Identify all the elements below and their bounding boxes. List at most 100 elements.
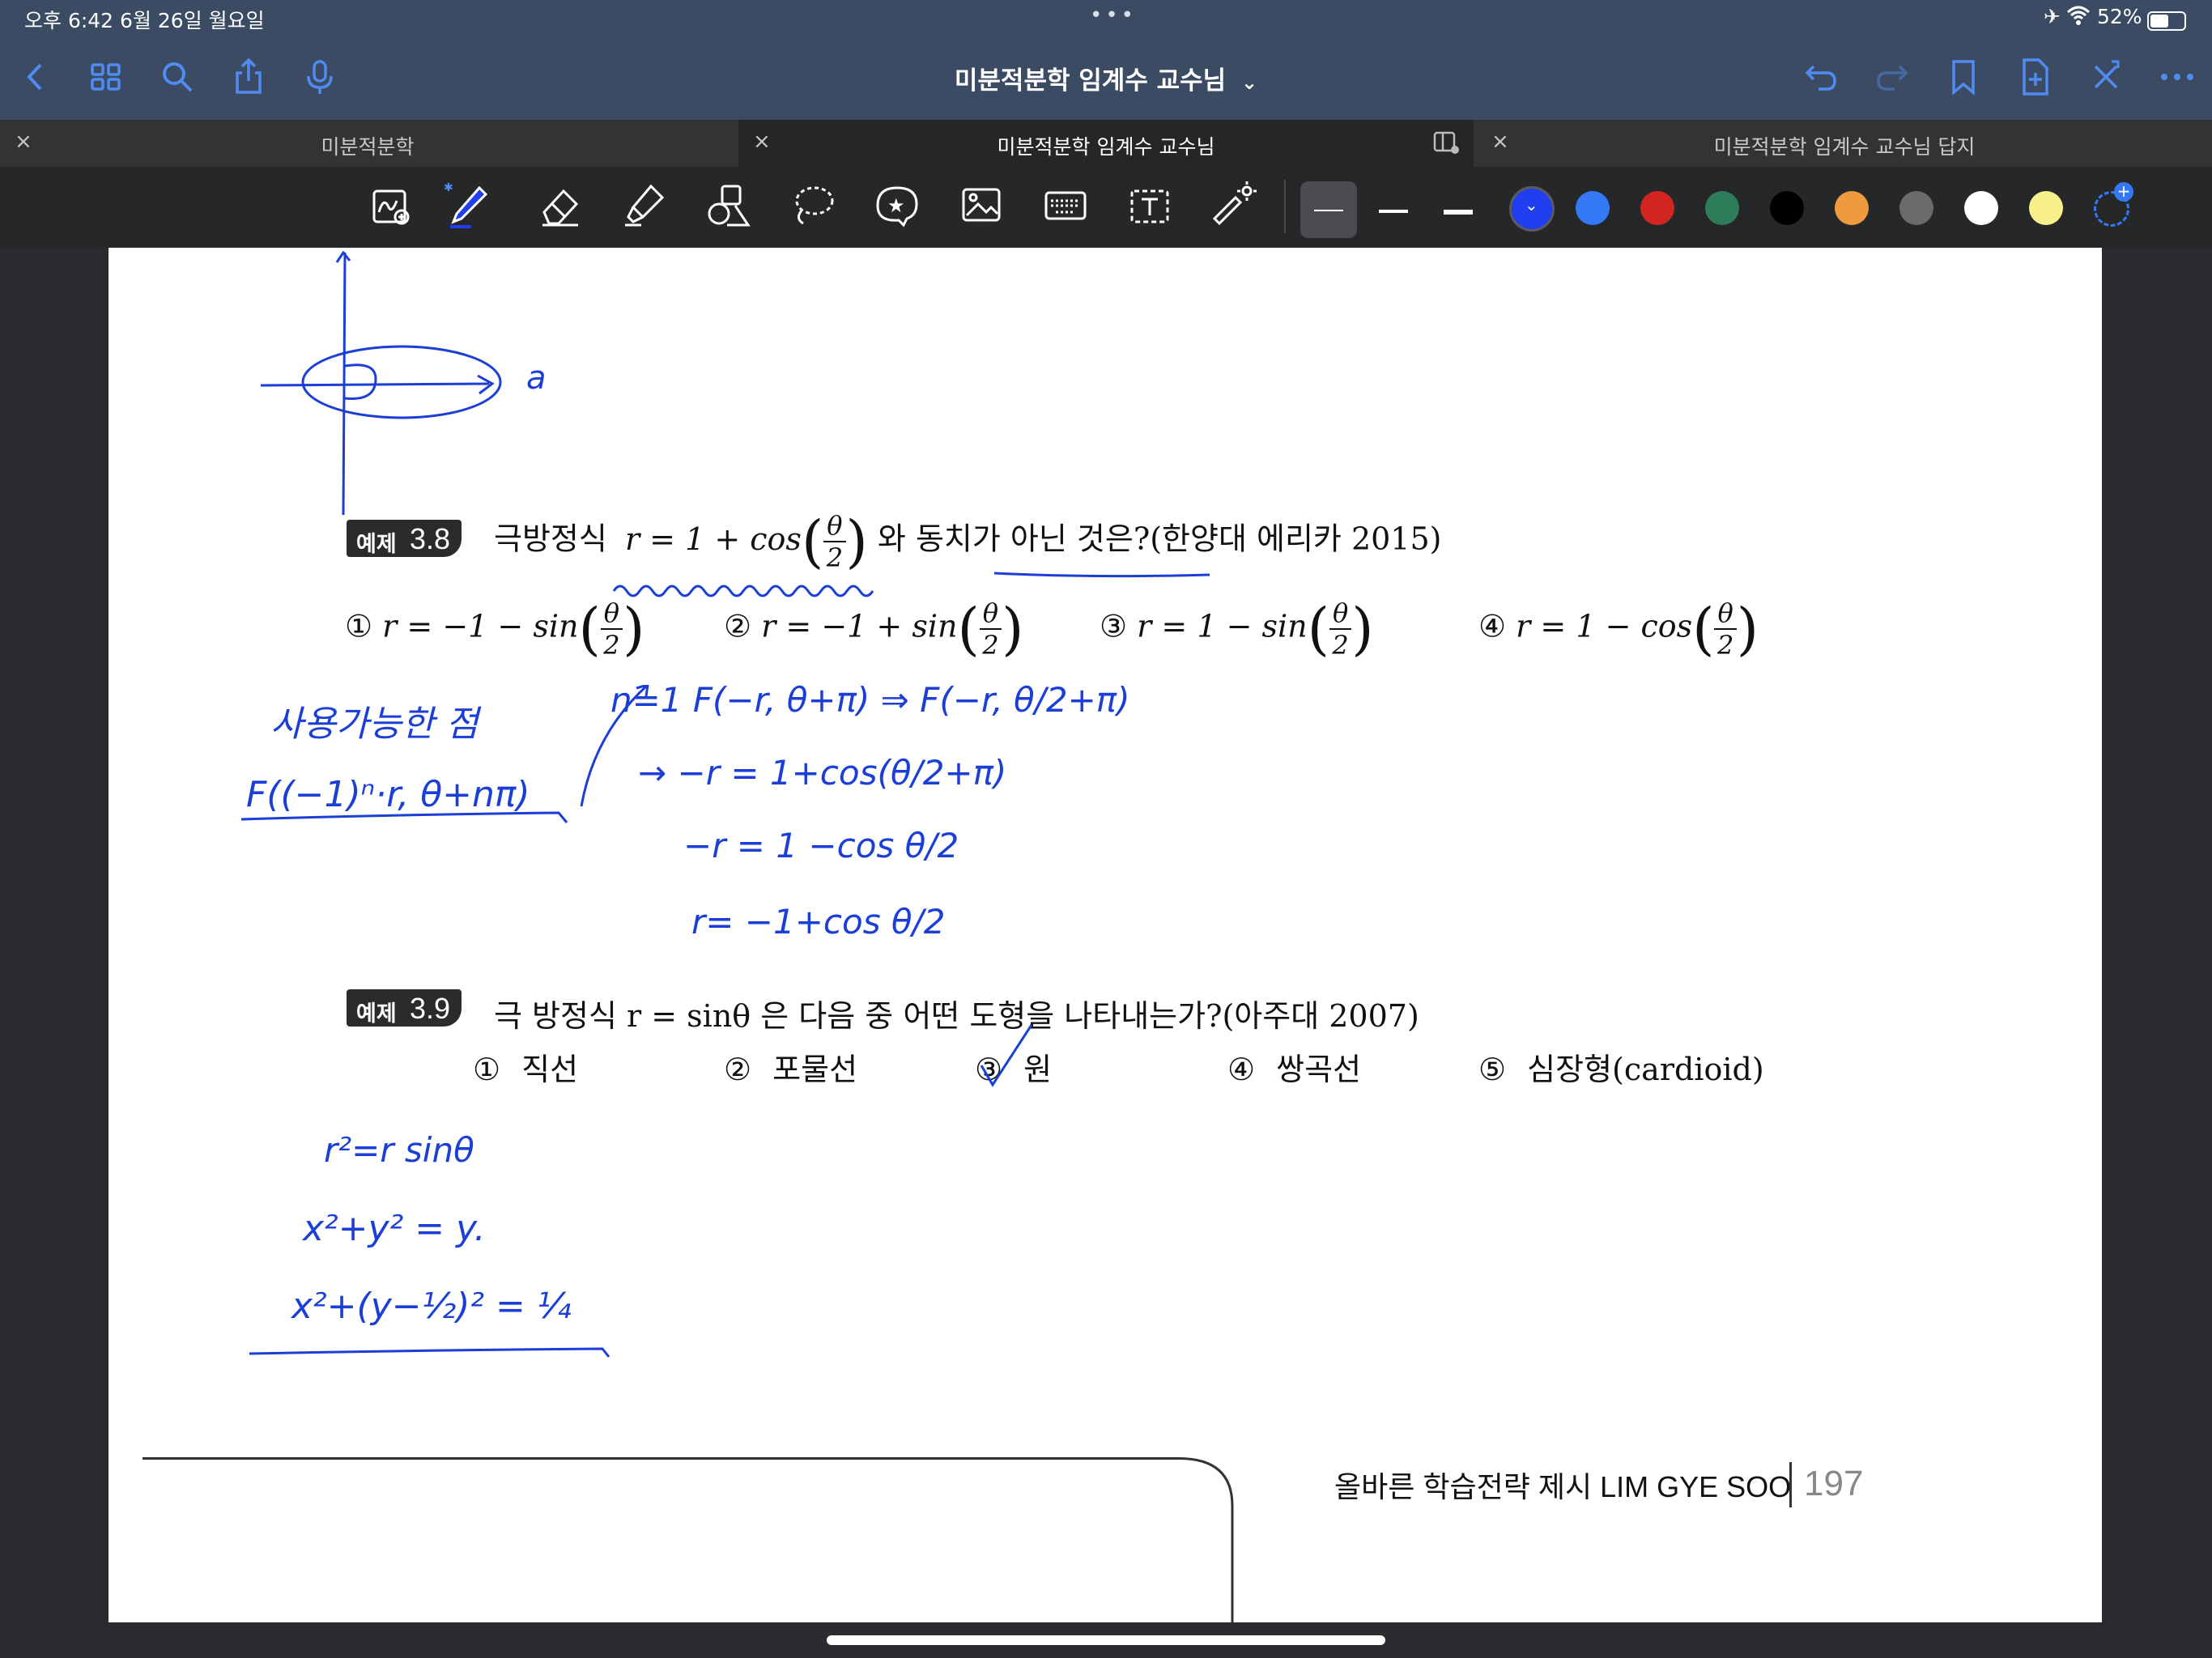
handwritten-line-1: n=1 F(−r, θ+π) ⇒ F(−r, θ/2+π) (610, 680, 1130, 720)
pen-icon[interactable]: ✱ (442, 180, 494, 232)
q39-option-2[interactable]: ② 포물선 (724, 1044, 857, 1089)
paren-right: ) (845, 508, 868, 575)
shapes-icon[interactable] (703, 180, 755, 232)
tab-label[interactable]: 미분적분학 임계수 교수님 답지 (1477, 131, 2212, 160)
color-swatch-green[interactable] (1705, 191, 1739, 225)
toolbar-divider (1284, 180, 1286, 233)
frac-denominator: 2 (1332, 630, 1349, 661)
split-view-icon[interactable] (1433, 131, 1461, 159)
frac-denominator: 2 (982, 630, 999, 661)
status-time-date: 오후 6:42 6월 26일 월요일 (24, 9, 265, 32)
microphone-icon[interactable] (298, 55, 342, 99)
handwritten-note-3: r²=r sinθ (324, 1130, 474, 1170)
badge-number: 3.9 (410, 992, 451, 1025)
color-swatch-selected[interactable]: ⌄ (1509, 186, 1555, 232)
tab-3[interactable]: × 미분적분학 임계수 교수님 답지 (1477, 120, 2212, 167)
grid-icon[interactable] (84, 55, 128, 99)
q38-option-1[interactable]: ① r = −1 − sin(θ 2) (345, 596, 644, 662)
q38-stem-prefix: 극방정식 (494, 521, 607, 557)
undo-icon[interactable] (1799, 55, 1843, 99)
option-equation: r = 1 − sin (1137, 608, 1308, 644)
paren-right: ) (1736, 596, 1759, 662)
q38-option-3[interactable]: ③ r = 1 − sin(θ 2) (1100, 596, 1374, 662)
color-swatch-black[interactable] (1770, 191, 1804, 225)
multitask-dots-icon[interactable]: ••• (1090, 3, 1137, 28)
color-swatch-yellow[interactable] (2029, 191, 2063, 225)
highlighter-icon[interactable] (619, 180, 670, 232)
color-swatch-red[interactable] (1640, 191, 1674, 225)
tab-label[interactable]: 미분적분학 임계수 교수님 (738, 131, 1474, 160)
add-page-icon[interactable] (2013, 55, 2057, 99)
q38-option-2[interactable]: ② r = −1 + sin(θ 2) (724, 596, 1023, 662)
color-swatch-blue[interactable] (1576, 191, 1610, 225)
image-icon[interactable] (955, 180, 1007, 232)
wifi-icon (2066, 5, 2091, 31)
handwritten-checkmark (980, 1024, 1033, 1087)
lasso-icon[interactable] (787, 180, 839, 232)
option-text: 심장형(cardioid) (1527, 1052, 1764, 1087)
q39-option-4[interactable]: ④ 쌍곡선 (1227, 1044, 1361, 1089)
color-swatch-gray[interactable] (1899, 191, 1933, 225)
handwritten-line-3: −r = 1 −cos θ/2 (683, 826, 959, 865)
option-number: ② (724, 608, 752, 644)
keyboard-icon[interactable] (1040, 180, 1091, 232)
color-swatch-white[interactable] (1964, 191, 1998, 225)
handwritten-note-5: x²+(y−½)² = ¼ (291, 1286, 572, 1327)
footer-page-corner (1114, 1457, 1234, 1622)
badge-label: 예제 (356, 532, 397, 556)
option-fraction: θ2 (979, 597, 1002, 661)
option-fraction: θ2 (1714, 597, 1737, 661)
tab-label[interactable]: 미분적분학 (0, 131, 735, 160)
share-icon[interactable] (227, 55, 270, 99)
search-icon[interactable] (155, 55, 199, 99)
document-title-text[interactable]: 미분적분학 임계수 교수님 (955, 66, 1226, 96)
text-box-icon[interactable] (1124, 180, 1176, 232)
q38-stem-suffix: 와 동치가 아닌 것은?(한양대 에리카 2015) (877, 521, 1442, 557)
bookmark-icon[interactable] (1942, 55, 1985, 99)
eraser-icon[interactable] (534, 180, 586, 232)
add-color-icon[interactable]: + (2094, 182, 2133, 227)
q38-stem-eq: r = 1 + cos (624, 521, 802, 557)
option-fraction: θ2 (1329, 597, 1352, 661)
handwritten-axis-label: a (526, 359, 547, 397)
q38-option-4[interactable]: ④ r = 1 − cos(θ 2) (1478, 596, 1759, 662)
paren-left: ( (1692, 596, 1715, 662)
more-icon[interactable] (2155, 55, 2199, 99)
tab-2-active[interactable]: × 미분적분학 임계수 교수님 (738, 120, 1474, 167)
q38-stem: 극방정식 r = 1 + cos(θ 2) 와 동치가 아닌 것은?(한양대 에리… (494, 508, 1442, 575)
q39-stem: 극 방정식 r = sinθ 은 다음 중 어떤 도형을 나타내는가?(아주대 … (494, 998, 1419, 1034)
redo-icon[interactable] (1870, 55, 1914, 99)
laser-pointer-icon[interactable] (1208, 180, 1260, 232)
badge-label: 예제 (356, 1001, 397, 1026)
example-badge: 예제 3.8 (347, 520, 462, 557)
airplane-icon: ✈ (2044, 5, 2061, 28)
frac-denominator: 2 (603, 630, 620, 661)
stroke-thick-option[interactable] (1430, 181, 1487, 238)
frac-denominator: 2 (1716, 630, 1734, 661)
q39-option-1[interactable]: ① 직선 (473, 1044, 578, 1089)
sticker-icon[interactable]: ★ (871, 180, 923, 232)
option-text: 쌍곡선 (1276, 1052, 1362, 1087)
paren-left: ( (1307, 596, 1329, 662)
home-indicator[interactable] (827, 1635, 1385, 1645)
color-swatch-orange[interactable] (1835, 191, 1869, 225)
chevron-down-icon[interactable]: ⌄ (1241, 71, 1257, 94)
back-chevron-icon[interactable] (13, 55, 57, 99)
stroke-medium-option[interactable] (1365, 181, 1422, 238)
close-x-icon[interactable] (2084, 55, 2128, 99)
option-text: 포물선 (772, 1052, 858, 1087)
paren-left: ( (578, 596, 601, 662)
frac-numerator: θ (823, 510, 846, 542)
q39-option-5[interactable]: ⑤ 심장형(cardioid) (1478, 1044, 1764, 1089)
tab-1[interactable]: × 미분적분학 (0, 120, 735, 167)
option-text: 직선 (521, 1052, 579, 1087)
battery-icon (2147, 11, 2186, 31)
handwritten-underline (249, 1347, 610, 1358)
example-badge: 예제 3.9 (347, 989, 462, 1027)
document-page[interactable]: a 예제 3.8 극방정식 r = 1 + cos(θ 2) 와 동치가 아닌 것… (108, 248, 2102, 1622)
handwritten-line-2: → −r = 1+cos(θ/2+π) (638, 753, 1007, 793)
zoom-box-icon[interactable] (366, 180, 418, 232)
chevron-down-icon: ⌄ (1525, 195, 1538, 215)
stroke-thin-option[interactable] (1300, 181, 1357, 238)
battery-percent: 52% (2097, 5, 2142, 28)
